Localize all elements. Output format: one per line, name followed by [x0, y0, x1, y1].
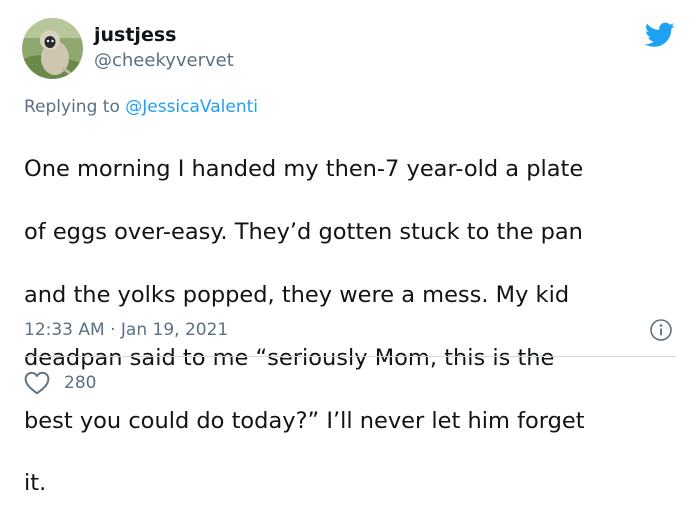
- tweet-text-line: of eggs over-easy. They’d gotten stuck t…: [24, 219, 583, 246]
- like-count: 280: [64, 373, 97, 393]
- user-handle[interactable]: @cheekyvervet: [94, 50, 234, 72]
- twitter-bird-icon[interactable]: [645, 22, 675, 48]
- tweet-timestamp[interactable]: 12:33 AM · Jan 19, 2021: [24, 319, 228, 341]
- monkey-avatar-icon: [22, 18, 83, 79]
- tweet-text-line: best you could do today?” I’ll never let…: [24, 407, 585, 434]
- tweet-text-line: it.: [24, 470, 47, 497]
- like-button[interactable]: 280: [24, 371, 96, 395]
- meta-separator: ·: [110, 320, 116, 340]
- heart-icon: [24, 371, 50, 395]
- tweet-text-line: One morning I handed my then-7 year-old …: [24, 156, 584, 183]
- avatar[interactable]: [22, 18, 83, 79]
- tweet-time: 12:33 AM: [24, 320, 105, 340]
- display-name[interactable]: justjess: [94, 23, 176, 47]
- tweet-text-line: and the yolks popped, they were a mess. …: [24, 282, 570, 309]
- tweet-text-line: deadpan said to me “seriously Mom, this …: [24, 344, 555, 371]
- mention-link[interactable]: @JessicaValenti: [125, 97, 258, 117]
- replying-to-label: Replying to: [24, 97, 120, 117]
- tweet-date: Jan 19, 2021: [120, 320, 229, 340]
- replying-to: Replying to @JessicaValenti: [24, 96, 258, 118]
- info-icon[interactable]: [649, 318, 673, 342]
- divider: [24, 356, 676, 357]
